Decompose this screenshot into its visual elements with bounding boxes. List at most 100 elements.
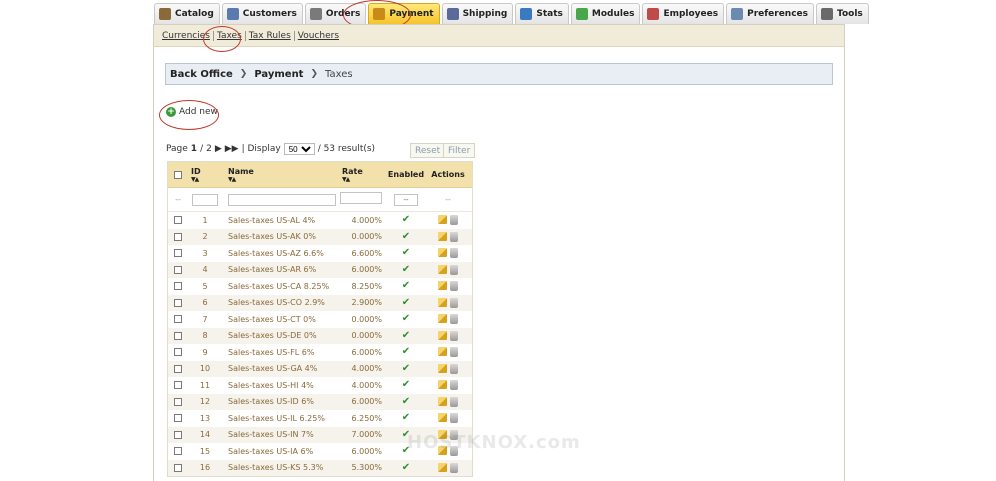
enabled-check-icon[interactable]: ✔ [402, 363, 410, 374]
tab-catalog[interactable]: Catalog [154, 3, 220, 24]
sort-arrows-icon[interactable]: ▼▲ [228, 176, 338, 183]
enabled-check-icon[interactable]: ✔ [402, 396, 410, 407]
table-row[interactable]: 1 Sales-taxes US-AL 4% 4.000% ✔ [168, 212, 472, 229]
edit-icon[interactable] [438, 330, 447, 340]
enabled-check-icon[interactable]: ✔ [402, 413, 410, 423]
next-page-icon[interactable]: ▶ [215, 144, 222, 154]
header-rate[interactable]: Rate [342, 167, 363, 176]
table-row[interactable]: 8 Sales-taxes US-DE 0% 0.000% ✔ [168, 327, 472, 344]
row-checkbox[interactable] [174, 331, 182, 340]
table-row[interactable]: 4 Sales-taxes US-AR 6% 6.000% ✔ [168, 261, 472, 278]
row-checkbox[interactable] [174, 282, 182, 291]
edit-icon[interactable] [438, 413, 447, 423]
table-row[interactable]: 12 Sales-taxes US-ID 6% 6.000% ✔ [168, 393, 472, 410]
row-checkbox[interactable] [174, 364, 182, 373]
select-all-checkbox[interactable] [174, 170, 182, 179]
row-checkbox[interactable] [174, 265, 182, 274]
edit-icon[interactable] [438, 264, 447, 274]
table-row[interactable]: 11 Sales-taxes US-HI 4% 4.000% ✔ [168, 377, 472, 394]
edit-icon[interactable] [438, 281, 447, 291]
delete-icon[interactable] [450, 347, 458, 358]
delete-icon[interactable] [450, 380, 458, 391]
table-row[interactable]: 16 Sales-taxes US-KS 5.3% 5.300% ✔ [168, 459, 472, 476]
enabled-check-icon[interactable]: ✔ [402, 281, 410, 291]
row-checkbox[interactable] [174, 463, 182, 472]
delete-icon[interactable] [450, 363, 458, 374]
row-checkbox[interactable] [174, 430, 182, 439]
edit-icon[interactable] [438, 396, 447, 406]
row-checkbox[interactable] [174, 298, 182, 307]
row-checkbox[interactable] [174, 348, 182, 357]
enabled-check-icon[interactable]: ✔ [402, 297, 410, 308]
table-row[interactable]: 9 Sales-taxes US-FL 6% 6.000% ✔ [168, 344, 472, 361]
delete-icon[interactable] [450, 215, 458, 226]
header-id[interactable]: ID [191, 167, 201, 176]
header-name[interactable]: Name [228, 167, 254, 176]
edit-icon[interactable] [438, 380, 447, 390]
edit-icon[interactable] [438, 215, 447, 225]
delete-icon[interactable] [450, 314, 458, 325]
breadcrumb-section[interactable]: Payment [254, 69, 303, 80]
table-row[interactable]: 2 Sales-taxes US-AK 0% 0.000% ✔ [168, 228, 472, 245]
delete-icon[interactable] [450, 297, 458, 308]
delete-icon[interactable] [450, 330, 458, 341]
name-filter-input[interactable] [228, 193, 336, 206]
enabled-check-icon[interactable]: ✔ [402, 314, 410, 324]
table-row[interactable]: 7 Sales-taxes US-CT 0% 0.000% ✔ [168, 311, 472, 328]
row-checkbox[interactable] [174, 216, 182, 225]
sort-arrows-icon[interactable]: ▼▲ [342, 176, 382, 183]
tab-customers[interactable]: Customers [221, 3, 303, 24]
enabled-check-icon[interactable]: ✔ [402, 380, 410, 390]
delete-icon[interactable] [450, 231, 458, 242]
delete-icon[interactable] [450, 281, 458, 292]
table-row[interactable]: 6 Sales-taxes US-CO 2.9% 2.900% ✔ [168, 294, 472, 311]
enabled-check-icon[interactable]: ✔ [402, 231, 410, 242]
tab-shipping[interactable]: Shipping [441, 3, 514, 24]
row-checkbox[interactable] [174, 447, 182, 456]
row-checkbox[interactable] [174, 381, 182, 390]
delete-icon[interactable] [450, 413, 458, 424]
delete-icon[interactable] [450, 248, 458, 259]
table-row[interactable]: 3 Sales-taxes US-AZ 6.6% 6.600% ✔ [168, 245, 472, 262]
delete-icon[interactable] [450, 462, 458, 473]
row-checkbox[interactable] [174, 397, 182, 406]
edit-icon[interactable] [438, 363, 447, 373]
last-page-icon[interactable]: ▶▶ [225, 144, 239, 154]
enabled-check-icon[interactable]: ✔ [402, 248, 410, 258]
row-checkbox[interactable] [174, 315, 182, 324]
enabled-check-icon[interactable]: ✔ [402, 347, 410, 357]
edit-icon[interactable] [438, 297, 447, 307]
delete-icon[interactable] [450, 264, 458, 275]
edit-icon[interactable] [438, 314, 447, 324]
id-filter-input[interactable] [192, 193, 218, 206]
filter-button[interactable]: Filter [443, 143, 476, 158]
breadcrumb-root[interactable]: Back Office [170, 69, 233, 80]
delete-icon[interactable] [450, 396, 458, 407]
rate-filter-input[interactable] [340, 192, 382, 204]
tab-tools[interactable]: Tools [816, 3, 869, 24]
sort-arrows-icon[interactable]: ▼▲ [191, 176, 222, 183]
per-page-select[interactable]: 50 [283, 143, 315, 155]
tab-preferences[interactable]: Preferences [726, 3, 815, 24]
enabled-check-icon[interactable]: ✔ [402, 264, 410, 275]
subtab-vouchers[interactable]: Vouchers [293, 30, 342, 41]
edit-icon[interactable] [438, 462, 447, 472]
tab-stats[interactable]: Stats [515, 3, 569, 24]
tab-modules[interactable]: Modules [570, 3, 641, 24]
row-checkbox[interactable] [174, 232, 182, 241]
row-checkbox[interactable] [174, 249, 182, 258]
reset-button[interactable]: Reset [410, 143, 446, 158]
subtab-tax-rules[interactable]: Tax Rules [244, 30, 294, 41]
tab-employees[interactable]: Employees [642, 3, 725, 24]
row-checkbox[interactable] [174, 414, 182, 423]
table-row[interactable]: 10 Sales-taxes US-GA 4% 4.000% ✔ [168, 360, 472, 377]
table-row[interactable]: 5 Sales-taxes US-CA 8.25% 8.250% ✔ [168, 278, 472, 295]
enabled-check-icon[interactable]: ✔ [402, 330, 410, 341]
edit-icon[interactable] [438, 231, 447, 241]
edit-icon[interactable] [438, 248, 447, 258]
enabled-filter-select[interactable]: -- [394, 193, 418, 206]
table-row[interactable]: 13 Sales-taxes US-IL 6.25% 6.250% ✔ [168, 410, 472, 427]
enabled-check-icon[interactable]: ✔ [402, 215, 410, 225]
enabled-check-icon[interactable]: ✔ [402, 462, 410, 473]
edit-icon[interactable] [438, 347, 447, 357]
